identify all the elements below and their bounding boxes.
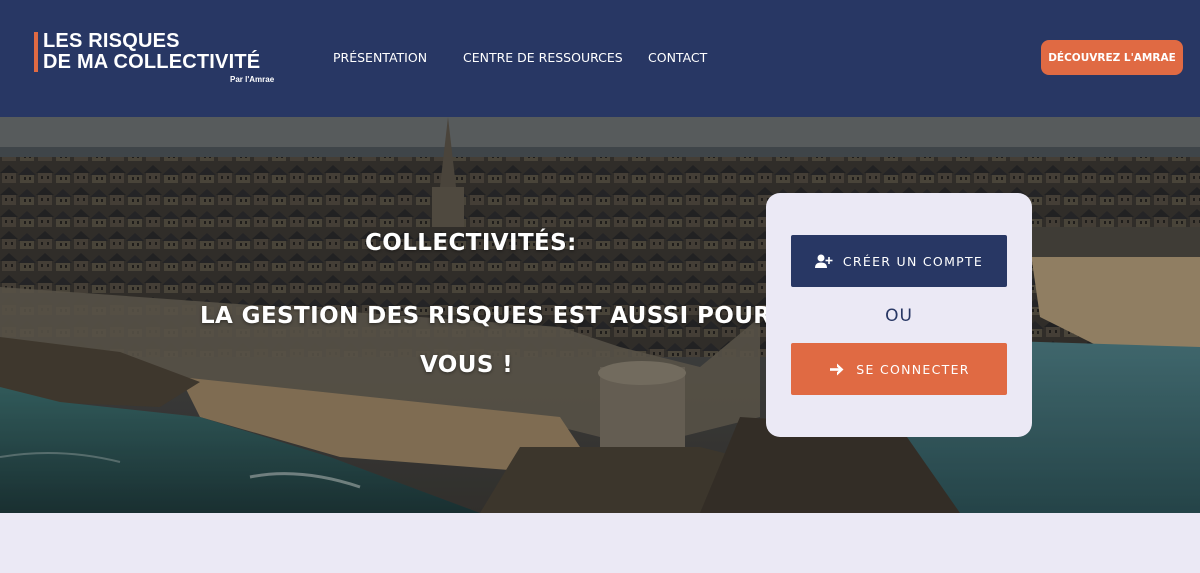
hero-title-line-2: LA GESTION DES RISQUES EST AUSSI POUR [200, 303, 772, 329]
logo-accent-bar [34, 32, 38, 72]
site-header: LES RISQUES DE MA COLLECTIVITÉ Par l'Amr… [0, 0, 1200, 117]
nav-link-presentation[interactable]: PRÉSENTATION [333, 50, 427, 66]
logo-line-1: LES RISQUES [43, 30, 180, 52]
or-separator: OU [885, 306, 913, 326]
hero-section: COLLECTIVITÉS: LA GESTION DES RISQUES ES… [0, 117, 1200, 513]
user-plus-icon [814, 253, 833, 269]
login-label: SE CONNECTER [856, 361, 970, 377]
logo-subtitle: Par l'Amrae [230, 75, 275, 84]
nav-link-resources[interactable]: CENTRE DE RESSOURCES [463, 50, 623, 66]
hero-title-line-3: VOUS ! [420, 352, 514, 378]
login-button[interactable]: SE CONNECTER [791, 343, 1007, 395]
create-account-button[interactable]: CRÉER UN COMPTE [791, 235, 1007, 287]
discover-amrae-button[interactable]: DÉCOUVREZ L'AMRAE [1041, 40, 1183, 75]
content-area [0, 513, 1200, 573]
site-logo[interactable]: LES RISQUES DE MA COLLECTIVITÉ Par l'Amr… [34, 30, 284, 86]
auth-card: CRÉER UN COMPTE OU SE CONNECTER [766, 193, 1032, 437]
logo-line-2: DE MA COLLECTIVITÉ [43, 51, 261, 73]
arrow-right-icon [828, 361, 846, 377]
create-account-label: CRÉER UN COMPTE [842, 253, 984, 269]
nav-link-contact[interactable]: CONTACT [648, 50, 707, 66]
hero-title-line-1: COLLECTIVITÉS: [365, 230, 577, 256]
